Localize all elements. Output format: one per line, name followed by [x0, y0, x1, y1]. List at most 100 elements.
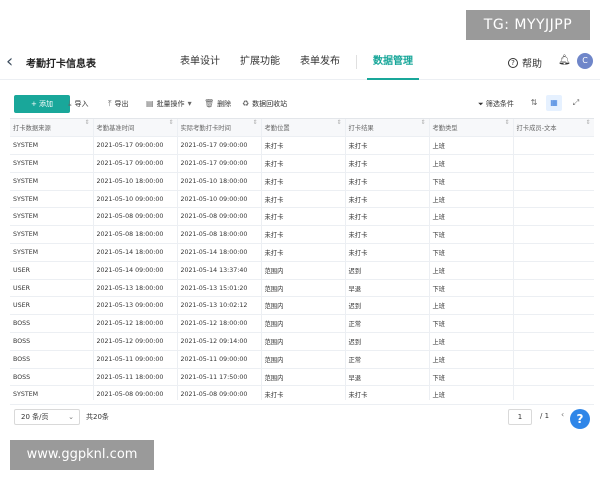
- table-row[interactable]: SYSTEM 2021-05-17 09:00:00 2021-05-17 09:0…: [10, 136, 594, 156]
- top-nav: 表单设计 扩展功能 表单发布 数据管理: [180, 44, 433, 80]
- table-cell: 2021-05-08 18:00:00: [177, 225, 262, 245]
- table-row[interactable]: BOSS 2021-05-11 18:00:00 2021-05-11 17:50:…: [10, 368, 594, 387]
- table-cell: [513, 190, 594, 209]
- tab-form-publish[interactable]: 表单发布: [300, 44, 340, 80]
- table-row[interactable]: SYSTEM 2021-05-08 09:00:00 2021-05-08 09:0…: [10, 207, 594, 227]
- table-row[interactable]: SYSTEM 2021-05-08 09:00:00 2021-05-08 09:0…: [10, 385, 594, 400]
- table-view-icon[interactable]: ▦: [546, 95, 562, 111]
- table-cell: 2021-05-08 09:00:00: [177, 207, 262, 227]
- prev-page-icon[interactable]: ‹: [561, 410, 564, 419]
- table-header-row: 打卡数据来源 ⇕ 考勤基准时间 ⇕ 实际考勤打卡时间 ⇕ 考勤位置 ⇕ 打卡结果 ⇕ 考勤类型 ⇕ 打卡…: [10, 119, 594, 138]
- export-button[interactable]: ⤒ 导出: [108, 95, 129, 113]
- table-cell: 2021-05-17 09:00:00: [177, 154, 262, 173]
- table-row[interactable]: SYSTEM 2021-05-08 18:00:00 2021-05-08 18:0…: [10, 225, 594, 245]
- sort-icon[interactable]: ⇕: [504, 119, 509, 126]
- table-cell: 2021-05-14 13:37:40: [177, 261, 262, 280]
- table-row[interactable]: SYSTEM 2021-05-17 09:00:00 2021-05-17 09:0…: [10, 154, 594, 173]
- table-cell: 下班: [429, 368, 514, 387]
- table-cell: 2021-05-17 09:00:00: [93, 136, 178, 156]
- sort-icon[interactable]: ⇕: [336, 119, 341, 126]
- column-header[interactable]: 打卡成员-文本 ⇕: [513, 119, 594, 138]
- table-cell: 范围内: [261, 261, 346, 280]
- sort-icon[interactable]: ⇕: [168, 119, 173, 126]
- table-cell: SYSTEM: [10, 207, 94, 227]
- filter-button[interactable]: ⏷ 筛选条件: [478, 95, 514, 113]
- table-row[interactable]: SYSTEM 2021-05-14 18:00:00 2021-05-14 18:0…: [10, 243, 594, 262]
- add-button[interactable]: + 添加: [14, 95, 70, 113]
- sort-icon[interactable]: ⇅: [526, 95, 542, 111]
- import-button[interactable]: ⤓ 导入: [68, 95, 89, 113]
- table-row[interactable]: SYSTEM 2021-05-10 18:00:00 2021-05-10 18:0…: [10, 172, 594, 191]
- help-label: 帮助: [522, 59, 542, 70]
- table-cell: [513, 368, 594, 387]
- recycle-bin-button[interactable]: ♻︎ 数据回收站: [242, 95, 287, 113]
- table-cell: 下班: [429, 172, 514, 191]
- filter-label: 筛选条件: [485, 100, 514, 108]
- toolbar: + 添加 ⤓ 导入 ⤒ 导出 ▤ 批量操作 ▾ 🗑︎ 删除 ♻︎ 数据回收站 ⏷…: [10, 92, 594, 116]
- table-cell: 2021-05-17 09:00:00: [177, 136, 262, 156]
- download-icon: ⤓: [68, 99, 72, 108]
- column-header[interactable]: 考勤类型 ⇕: [429, 119, 514, 138]
- table-cell: SYSTEM: [10, 225, 94, 245]
- column-header[interactable]: 考勤位置 ⇕: [261, 119, 346, 138]
- table-cell: 2021-05-12 09:14:00: [177, 332, 262, 351]
- delete-button[interactable]: 🗑︎ 删除: [204, 95, 231, 113]
- table-row[interactable]: BOSS 2021-05-12 09:00:00 2021-05-12 09:14:…: [10, 332, 594, 351]
- table-cell: 未打卡: [345, 207, 430, 227]
- table-cell: 2021-05-08 09:00:00: [93, 207, 178, 227]
- avatar[interactable]: C: [577, 53, 593, 69]
- page-size-value: 20 条/页: [21, 413, 49, 421]
- column-header[interactable]: 实际考勤打卡时间 ⇕: [177, 119, 262, 138]
- table-row[interactable]: BOSS 2021-05-12 18:00:00 2021-05-12 18:00:…: [10, 314, 594, 334]
- table-cell: 早退: [345, 279, 430, 298]
- table-cell: 2021-05-14 18:00:00: [177, 243, 262, 262]
- table-cell: 上班: [429, 296, 514, 316]
- column-header[interactable]: 打卡数据来源 ⇕: [10, 119, 94, 138]
- table-cell: USER: [10, 261, 94, 280]
- column-header-label: 实际考勤打卡时间: [180, 125, 231, 133]
- help-fab-button[interactable]: ?: [570, 409, 590, 429]
- table-cell: 早退: [345, 368, 430, 387]
- question-circle-icon: ?: [508, 57, 518, 68]
- table-cell: 未打卡: [345, 243, 430, 262]
- sort-icon[interactable]: ⇕: [585, 119, 590, 126]
- table-cell: 范围内: [261, 296, 346, 316]
- app-header: ‹ 考勤打卡信息表 表单设计 扩展功能 表单发布 数据管理 ? 帮助 🔔︎ C: [0, 44, 600, 80]
- table-cell: 正常: [345, 350, 430, 369]
- chevron-left-icon[interactable]: ‹: [6, 52, 20, 72]
- page-size-select[interactable]: 20 条/页 ⌄: [14, 409, 80, 425]
- table-cell: 2021-05-10 09:00:00: [93, 190, 178, 209]
- batch-operation-button[interactable]: ▤ 批量操作 ▾: [146, 95, 192, 113]
- tab-form-design[interactable]: 表单设计: [180, 44, 220, 80]
- table-cell: 未打卡: [345, 136, 430, 156]
- help-button[interactable]: ? 帮助: [508, 55, 542, 70]
- table-cell: 未打卡: [345, 154, 430, 173]
- table-row[interactable]: USER 2021-05-13 18:00:00 2021-05-13 15:01:…: [10, 279, 594, 298]
- table-cell: 2021-05-08 09:00:00: [93, 385, 178, 400]
- table-row[interactable]: USER 2021-05-13 09:00:00 2021-05-13 10:02:…: [10, 296, 594, 316]
- fullscreen-icon[interactable]: ⤢: [568, 95, 584, 111]
- column-header[interactable]: 考勤基准时间 ⇕: [93, 119, 178, 138]
- column-header[interactable]: 打卡结果 ⇕: [345, 119, 430, 138]
- sort-icon[interactable]: ⇕: [84, 119, 89, 126]
- column-header-label: 考勤类型: [432, 125, 458, 133]
- delete-label: 删除: [217, 100, 232, 108]
- tab-data-management[interactable]: 数据管理: [367, 44, 419, 80]
- table-cell: SYSTEM: [10, 136, 94, 156]
- bell-icon[interactable]: 🔔︎: [558, 55, 571, 66]
- tab-extensions[interactable]: 扩展功能: [240, 44, 280, 80]
- table-cell: 上班: [429, 154, 514, 173]
- data-table: 打卡数据来源 ⇕ 考勤基准时间 ⇕ 实际考勤打卡时间 ⇕ 考勤位置 ⇕ 打卡结果 ⇕ 考勤类型 ⇕ 打卡…: [10, 118, 594, 400]
- table-cell: 上班: [429, 350, 514, 369]
- table-cell: USER: [10, 296, 94, 316]
- table-row[interactable]: BOSS 2021-05-11 09:00:00 2021-05-11 09:00:…: [10, 350, 594, 369]
- table-row[interactable]: USER 2021-05-14 09:00:00 2021-05-14 13:37:…: [10, 261, 594, 280]
- table-cell: SYSTEM: [10, 154, 94, 173]
- page-number-input[interactable]: 1: [508, 409, 532, 425]
- table-cell: 未打卡: [345, 225, 430, 245]
- sort-icon[interactable]: ⇕: [420, 119, 425, 126]
- sort-icon[interactable]: ⇕: [252, 119, 257, 126]
- table-row[interactable]: SYSTEM 2021-05-10 09:00:00 2021-05-10 09:0…: [10, 190, 594, 209]
- table-cell: 2021-05-11 18:00:00: [93, 368, 178, 387]
- column-header-label: 打卡成员-文本: [516, 125, 557, 133]
